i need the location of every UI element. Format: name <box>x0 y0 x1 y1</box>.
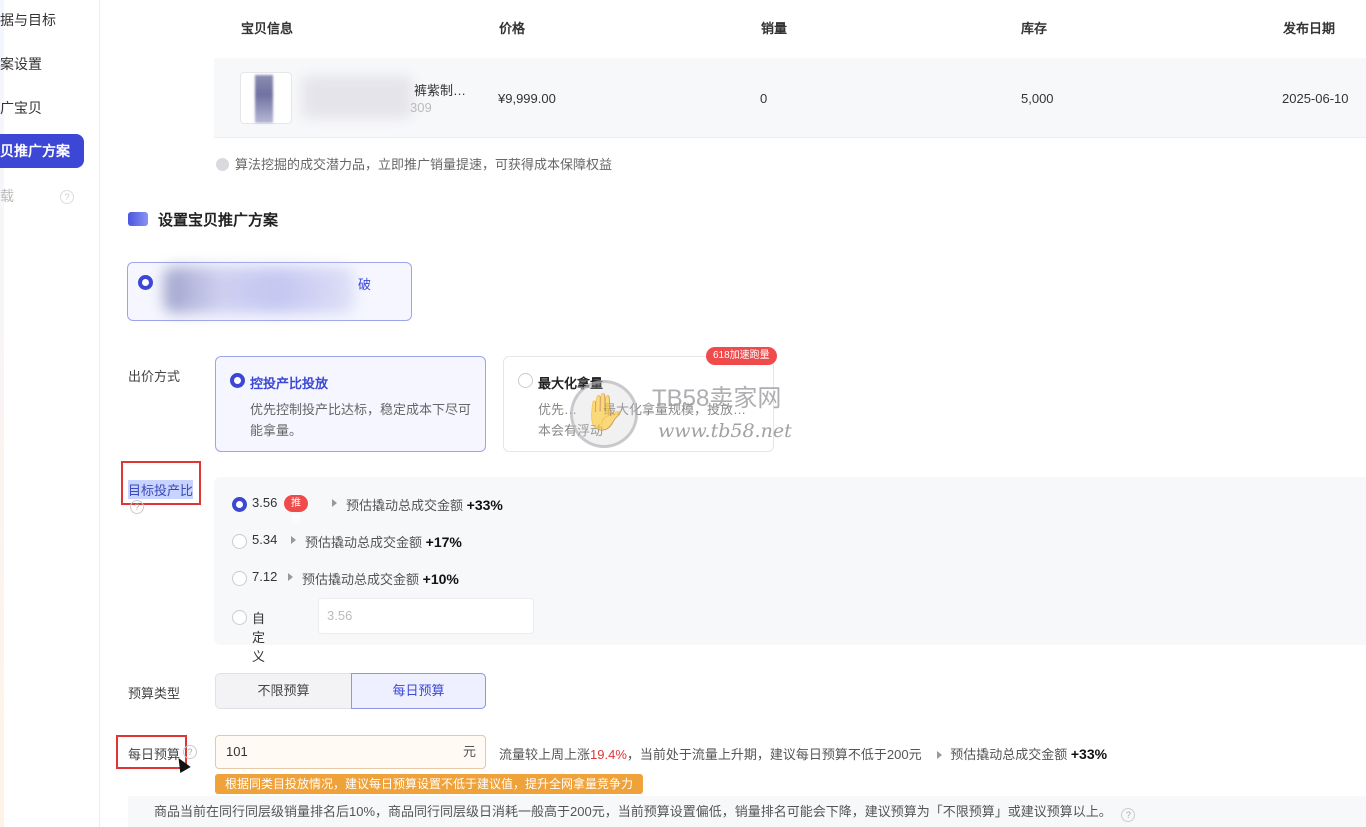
help-icon[interactable]: ? <box>1121 808 1136 822</box>
blurred-product-name <box>302 76 412 118</box>
roi-option-2-value: 5.34 <box>252 532 278 547</box>
estimate-label: 预估撬动总成交金额 <box>346 498 464 513</box>
blurred-plan-name <box>164 267 354 313</box>
promo-badge: 618加速跑量 <box>706 347 777 365</box>
column-header-publish-date: 发布日期 <box>1283 21 1336 36</box>
estimate-value: +33% <box>1070 746 1108 762</box>
sidebar-item-item-plan[interactable]: 贝推广方案 <box>0 134 84 168</box>
recommend-tag: 推荐 <box>284 495 308 526</box>
plan-card[interactable]: 破 <box>127 262 412 321</box>
traffic-increase-value: 19.4% <box>590 747 627 762</box>
triangle-right-icon <box>291 536 296 544</box>
roi-option-3-estimate: 预估撬动总成交金额 +10% <box>302 569 459 588</box>
target-roi-label: 目标投产比 <box>128 480 194 499</box>
bid-option-roi-title: 控投产比投放 <box>250 376 329 391</box>
product-id: 309 <box>410 100 432 115</box>
roi-option-1-value: 3.56 <box>252 495 278 510</box>
watermark-name: TB58卖家网 <box>652 385 782 412</box>
plan-label: 破 <box>358 277 372 292</box>
help-icon[interactable]: ? <box>130 500 144 514</box>
notice-text: 商品当前在同行同层级销量排名后10%，商品同行同层级日消耗一般高于200元，当前… <box>154 804 1112 819</box>
roi-option-2-estimate: 预估撬动总成交金额 +17% <box>305 532 462 551</box>
potential-item-tip: 算法挖掘的成交潜力品，立即推广销量提速，可获得成本保障权益 <box>216 154 612 173</box>
info-icon <box>216 158 229 171</box>
estimate-label: 预估撬动总成交金额 <box>950 747 1068 762</box>
daily-budget-value: 101 <box>226 744 248 759</box>
bid-method-label: 出价方式 <box>128 369 181 384</box>
budget-warning: 根据同类目投放情况，建议每日预算设置不低于建议值，提升全网拿量竞争力 <box>215 774 644 794</box>
triangle-right-icon <box>288 573 293 581</box>
column-header-stock: 库存 <box>1021 21 1048 36</box>
estimate-value: +10% <box>422 571 459 587</box>
triangle-right-icon <box>332 499 337 507</box>
section-title-text: 设置宝贝推广方案 <box>158 212 279 229</box>
bid-option-roi-desc: 优先控制投产比达标，稳定成本下尽可能拿量。 <box>250 402 472 438</box>
sidebar-item-data-goal[interactable]: 据与目标 <box>0 3 96 37</box>
budget-notice: 商品当前在同行同层级销量排名后10%，商品同行同层级日消耗一般高于200元，当前… <box>128 796 1366 827</box>
roi-option-1-radio[interactable] <box>232 497 247 512</box>
product-publish-date: 2025-06-10 <box>1282 91 1349 106</box>
roi-options-panel: 3.56 推荐 预估撬动总成交金额 +33% 5.34 预估撬动总成交金额 +1… <box>214 477 1366 664</box>
budget-unlimited-button[interactable]: 不限预算 <box>216 674 351 708</box>
estimate-value: +33% <box>466 497 503 513</box>
sidebar-item-promote-item[interactable]: 广宝贝 <box>0 91 96 125</box>
estimate-label: 预估撬动总成交金额 <box>302 572 420 587</box>
roi-custom-label: 自定义 <box>252 611 266 664</box>
roi-option-2-radio[interactable] <box>232 534 247 549</box>
daily-budget-unit: 元 <box>462 744 476 759</box>
roi-option-custom-radio[interactable] <box>232 610 247 625</box>
daily-budget-input[interactable]: 101 元 <box>215 735 486 769</box>
budget-daily-button[interactable]: 每日预算 <box>351 673 486 709</box>
bid-option-max-radio[interactable] <box>518 373 533 388</box>
bid-option-roi-radio[interactable] <box>230 373 245 388</box>
column-header-item-info: 宝贝信息 <box>241 21 294 36</box>
table-row: 裤紫制… 309 ¥9,999.00 0 5,000 2025-06-10 <box>214 58 1366 138</box>
help-icon[interactable]: ? <box>60 190 74 204</box>
product-price: ¥9,999.00 <box>498 91 556 106</box>
watermark-logo-icon: ✋ <box>570 380 638 448</box>
roi-option-1-estimate: 预估撬动总成交金额 +33% <box>346 495 503 514</box>
estimate-label: 预估撬动总成交金额 <box>305 535 423 550</box>
sidebar: 据与目标 案设置 广宝贝 贝推广方案 载 ? <box>0 0 100 827</box>
section-title: 设置宝贝推广方案 <box>128 209 278 230</box>
roi-custom-input[interactable]: 3.56 <box>318 598 534 634</box>
tip-text: 算法挖掘的成交潜力品，立即推广销量提速，可获得成本保障权益 <box>235 157 613 172</box>
budget-type-switch: 不限预算 每日预算 <box>215 673 486 709</box>
product-sales: 0 <box>760 91 768 106</box>
budget-msg-prefix: 流量较上周上涨 <box>499 747 591 762</box>
column-header-price: 价格 <box>499 21 526 36</box>
watermark-url: www.tb58.net <box>658 420 792 442</box>
ticket-icon <box>128 212 148 226</box>
column-header-sales: 销量 <box>761 21 788 36</box>
triangle-right-icon <box>937 751 943 759</box>
budget-msg-suggestion: ，当前处于流量上升期，建议每日预算不低于200元 <box>626 747 922 762</box>
product-name: 裤紫制… <box>414 83 467 98</box>
product-stock: 5,000 <box>1021 91 1054 106</box>
sidebar-item-load[interactable]: 载 <box>0 179 96 213</box>
roi-option-3-radio[interactable] <box>232 571 247 586</box>
product-table-header: 宝贝信息 价格 销量 库存 发布日期 <box>214 0 1366 58</box>
budget-suggestion: 流量较上周上涨19.4%，当前处于流量上升期，建议每日预算不低于200元 预估撬… <box>499 744 1107 763</box>
plan-radio[interactable] <box>138 275 153 290</box>
product-thumbnail <box>240 72 292 124</box>
estimate-value: +17% <box>425 534 462 550</box>
bid-option-roi[interactable]: 控投产比投放 优先控制投产比达标，稳定成本下尽可能拿量。 <box>215 356 486 452</box>
sidebar-item-plan-settings[interactable]: 案设置 <box>0 47 96 81</box>
roi-option-3-value: 7.12 <box>252 569 278 584</box>
budget-type-label: 预算类型 <box>128 686 181 701</box>
